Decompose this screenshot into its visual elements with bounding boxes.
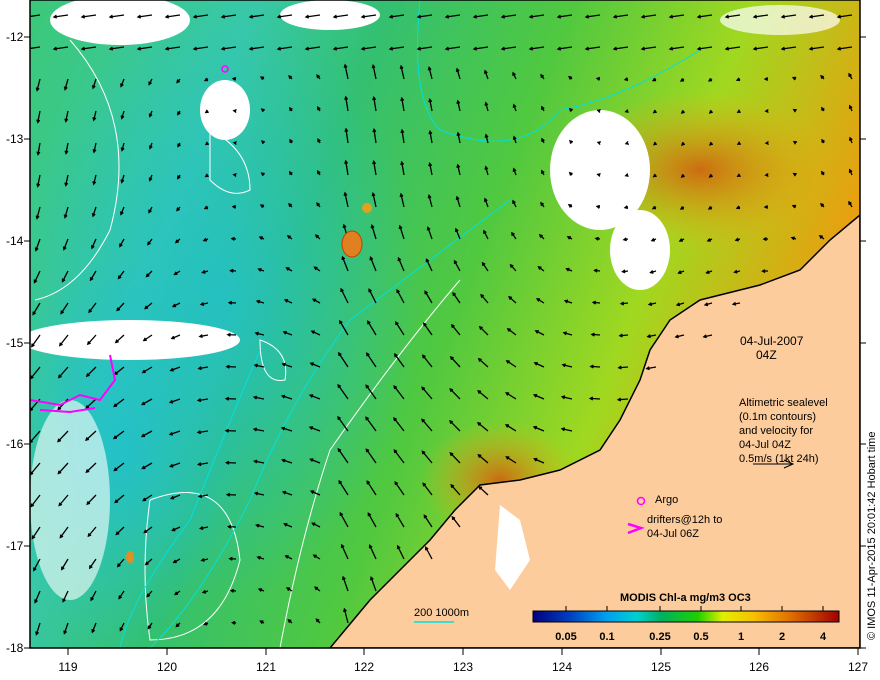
legend-line: 04-Jul 04Z (739, 439, 791, 451)
colorbar-tick: 2 (778, 631, 786, 643)
lon-label: 120 (156, 660, 178, 674)
isobath-label: 200 1000m (414, 607, 470, 619)
lon-label: 119 (58, 660, 78, 674)
velocity-arrow (568, 75, 573, 80)
drifters-line: drifters@12h to (647, 514, 723, 526)
colorbar-tick: 0.25 (649, 631, 671, 643)
velocity-arrow (567, 203, 573, 208)
lat-label: -18 (6, 641, 24, 655)
velocity-arrow (288, 170, 293, 176)
lon-label: 127 (847, 660, 869, 674)
legend-line: 0.5m/s (1kt 24h) (739, 453, 819, 465)
velocity-arrow (177, 110, 181, 116)
velocity-arrow (820, 106, 825, 112)
colorbar (532, 610, 840, 623)
velocity-arrow (679, 78, 685, 82)
colorbar-tick: 1 (737, 631, 745, 643)
colorbar-tick: 0.1 (599, 631, 615, 643)
colorbar-title: MODIS Chl-a mg/m3 OC3 (620, 592, 751, 604)
lon-label: 124 (551, 660, 573, 674)
colorbar-tick: 0.05 (555, 631, 577, 643)
lat-label: -13 (6, 132, 24, 146)
velocity-arrow (288, 106, 293, 112)
legend-line: and velocity for (739, 425, 813, 437)
colorbar-tick: 0.5 (693, 631, 709, 643)
drifters-line: 04-Jul 06Z (647, 528, 699, 540)
lon-label: 125 (650, 660, 672, 674)
time-label: 04Z (756, 348, 777, 362)
lat-label: -17 (6, 539, 24, 553)
lon-label: 123 (452, 660, 474, 674)
velocity-arrow (176, 174, 181, 180)
colorbar-tick: 4 (819, 631, 827, 643)
lon-label: 121 (255, 660, 277, 674)
credit-text: © IMOS 11-Apr-2015 20:01:42 Hobart time (866, 431, 878, 640)
lon-label: 122 (353, 660, 375, 674)
legend-line: (0.1m contours) (739, 411, 817, 423)
drifters-label: drifters@12h to 04-Jul 06Z (647, 513, 722, 541)
velocity-legend: Altimetric sealevel (0.1m contours) and … (739, 396, 828, 466)
lat-label: -15 (6, 336, 24, 350)
lat-label: -14 (6, 234, 24, 248)
date-label: 04-Jul-2007 (740, 334, 804, 348)
lat-label: -16 (6, 437, 24, 451)
velocity-arrow (820, 170, 825, 176)
argo-label: Argo (655, 494, 679, 506)
legend-line: Altimetric sealevel (739, 397, 828, 409)
lon-label: 126 (748, 660, 770, 674)
lat-label: -12 (6, 30, 24, 44)
